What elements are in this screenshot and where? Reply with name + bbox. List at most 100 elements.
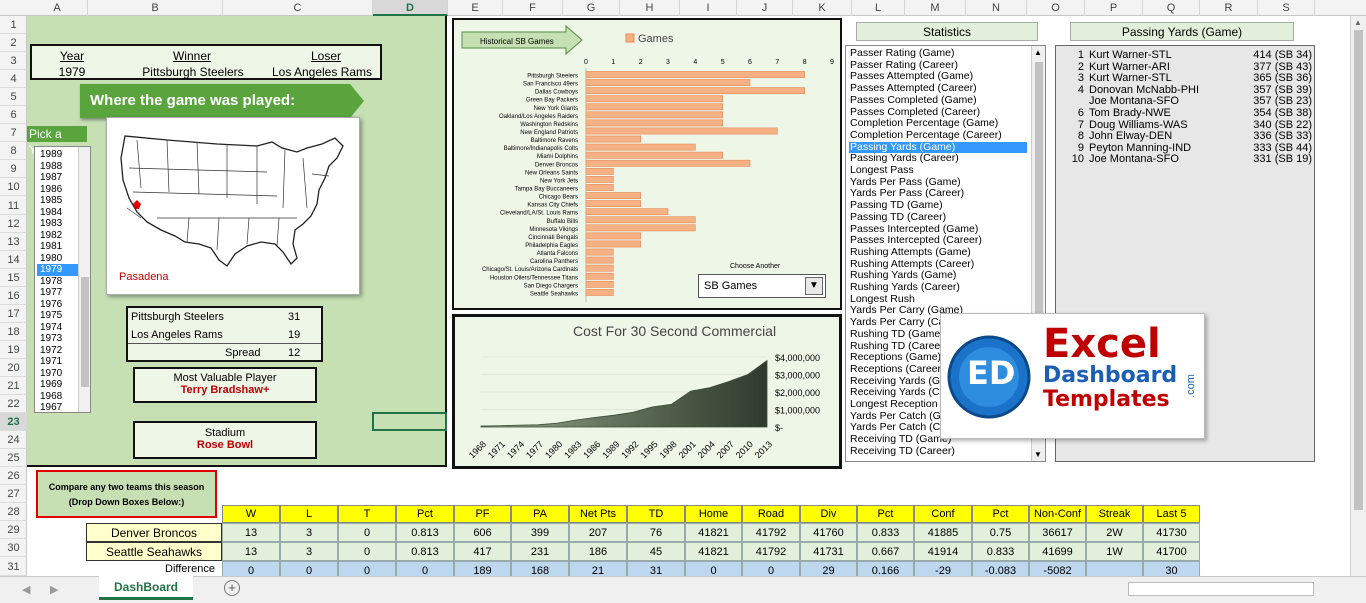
year-listbox[interactable]: 1989 1988 1987 1986 1985 1984 1983 1982 1981 1980… [34,146,91,413]
stat-option[interactable]: Passes Completed (Career) [849,107,1027,119]
row-header-28[interactable]: 28 [0,503,27,522]
column-header-E[interactable]: E [448,0,503,16]
row-header-21[interactable]: 21 [0,377,27,396]
row-header-9[interactable]: 9 [0,160,27,179]
column-header-L[interactable]: L [852,0,905,16]
chevron-down-icon[interactable]: ▼ [805,277,823,295]
stat-option[interactable]: Rushing Yards (Career) [849,282,1027,294]
row-header-27[interactable]: 27 [0,485,27,504]
year-option[interactable]: 1972 [37,345,79,357]
stat-option[interactable]: Receiving TD (Career) [849,446,1027,458]
stat-option[interactable]: Passing TD (Game) [849,200,1027,212]
row-header-19[interactable]: 19 [0,341,27,359]
row-header-31[interactable]: 31 [0,558,27,576]
year-option[interactable]: 1970 [37,368,79,380]
stat-option[interactable]: Rushing Attempts (Career) [849,259,1027,271]
year-option[interactable]: 1976 [37,299,79,311]
chart-type-dropdown[interactable]: SB Games ▼ [698,274,826,298]
year-option[interactable]: 1974 [37,322,79,334]
row-header-22[interactable]: 22 [0,395,27,414]
column-header-R[interactable]: R [1200,0,1258,16]
stat-option[interactable]: Completion Percentage (Game) [849,118,1027,130]
year-option[interactable]: 1984 [37,207,79,219]
row-header-20[interactable]: 20 [0,359,27,377]
row-header-23[interactable]: 23 [0,413,27,432]
tab-dashboard[interactable]: DashBoard [99,576,193,600]
year-option[interactable]: 1989 [37,149,79,161]
tab-next-icon[interactable]: ▶ [50,583,58,596]
stat-option[interactable]: Passes Attempted (Career) [849,83,1027,95]
column-header-C[interactable]: C [223,0,373,16]
column-header-B[interactable]: B [88,0,223,16]
stat-option[interactable]: Passes Attempted (Game) [849,71,1027,83]
column-header-K[interactable]: K [793,0,852,16]
row-header-26[interactable]: 26 [0,467,27,486]
row-header-11[interactable]: 11 [0,197,27,215]
row-header-30[interactable]: 30 [0,539,27,558]
row-header-8[interactable]: 8 [0,142,27,161]
year-option[interactable]: 1985 [37,195,79,207]
row-header-18[interactable]: 18 [0,323,27,341]
stat-option[interactable]: Yards Per Pass (Career) [849,188,1027,200]
row-header-12[interactable]: 12 [0,215,27,233]
year-option[interactable]: 1987 [37,172,79,184]
stat-option[interactable]: Rushing Yards (Game) [849,270,1027,282]
horizontal-scrollbar[interactable] [1128,582,1314,596]
column-header-H[interactable]: H [620,0,680,16]
tab-prev-icon[interactable]: ◀ [22,583,30,596]
row-header-4[interactable]: 4 [0,70,27,89]
column-header-I[interactable]: I [680,0,737,16]
row-header-5[interactable]: 5 [0,88,27,107]
stat-option[interactable]: Rushing Attempts (Game) [849,247,1027,259]
column-header-P[interactable]: P [1085,0,1143,16]
year-scroll-thumb[interactable] [81,277,89,387]
year-list-scrollbar[interactable] [78,147,90,412]
stats-scroll-thumb[interactable] [1035,62,1043,322]
column-header-F[interactable]: F [503,0,563,16]
row-header-15[interactable]: 15 [0,269,27,287]
year-option[interactable]: 1982 [37,230,79,242]
year-option[interactable]: 1969 [37,379,79,391]
sheet-scroll-thumb[interactable] [1354,30,1363,510]
year-option[interactable]: 1988 [37,161,79,173]
stat-option[interactable]: Completion Percentage (Career) [849,130,1027,142]
stat-option[interactable]: Passes Intercepted (Game) [849,224,1027,236]
stat-option[interactable]: Passing Yards (Career) [849,153,1027,165]
year-option[interactable]: 1983 [37,218,79,230]
column-header-S[interactable]: S [1258,0,1315,16]
year-option[interactable]: 1973 [37,333,79,345]
team2-dropdown[interactable]: Seattle Seahawks [86,542,222,561]
year-option[interactable]: 1971 [37,356,79,368]
column-header-M[interactable]: M [905,0,966,16]
stat-option[interactable]: Longest Rush [849,294,1027,306]
team1-dropdown[interactable]: Denver Broncos [86,523,222,542]
row-header-2[interactable]: 2 [0,34,27,53]
stat-option[interactable]: Passing TD (Career) [849,212,1027,224]
scroll-up-icon[interactable]: ▲ [1354,18,1362,27]
row-header-13[interactable]: 13 [0,233,27,251]
vertical-scrollbar[interactable]: ▲ [1350,16,1366,576]
stat-option[interactable]: Yards Per Pass (Game) [849,177,1027,189]
stat-option[interactable]: Passing Yards (Game) [849,141,1027,154]
stat-option[interactable]: Longest Pass [849,165,1027,177]
row-header-17[interactable]: 17 [0,305,27,323]
column-header-A[interactable]: A [27,0,88,16]
column-header-D[interactable]: D [373,0,448,16]
row-header-16[interactable]: 16 [0,287,27,305]
column-header-J[interactable]: J [737,0,793,16]
add-sheet-icon[interactable]: + [224,580,240,596]
selected-cell-d23[interactable] [372,412,447,431]
year-option[interactable]: 1986 [37,184,79,196]
column-header-N[interactable]: N [966,0,1027,16]
year-option[interactable]: 1967 [37,402,79,414]
stat-option[interactable]: Passer Rating (Game) [849,48,1027,60]
row-header-24[interactable]: 24 [0,431,27,450]
column-header-O[interactable]: O [1027,0,1085,16]
row-header-6[interactable]: 6 [0,106,27,125]
year-option[interactable]: 1980 [37,253,79,265]
column-header-Q[interactable]: Q [1143,0,1200,16]
stat-option[interactable]: Passes Intercepted (Career) [849,235,1027,247]
year-option[interactable]: 1978 [37,276,79,288]
column-header-G[interactable]: G [563,0,620,16]
row-header-14[interactable]: 14 [0,251,27,269]
